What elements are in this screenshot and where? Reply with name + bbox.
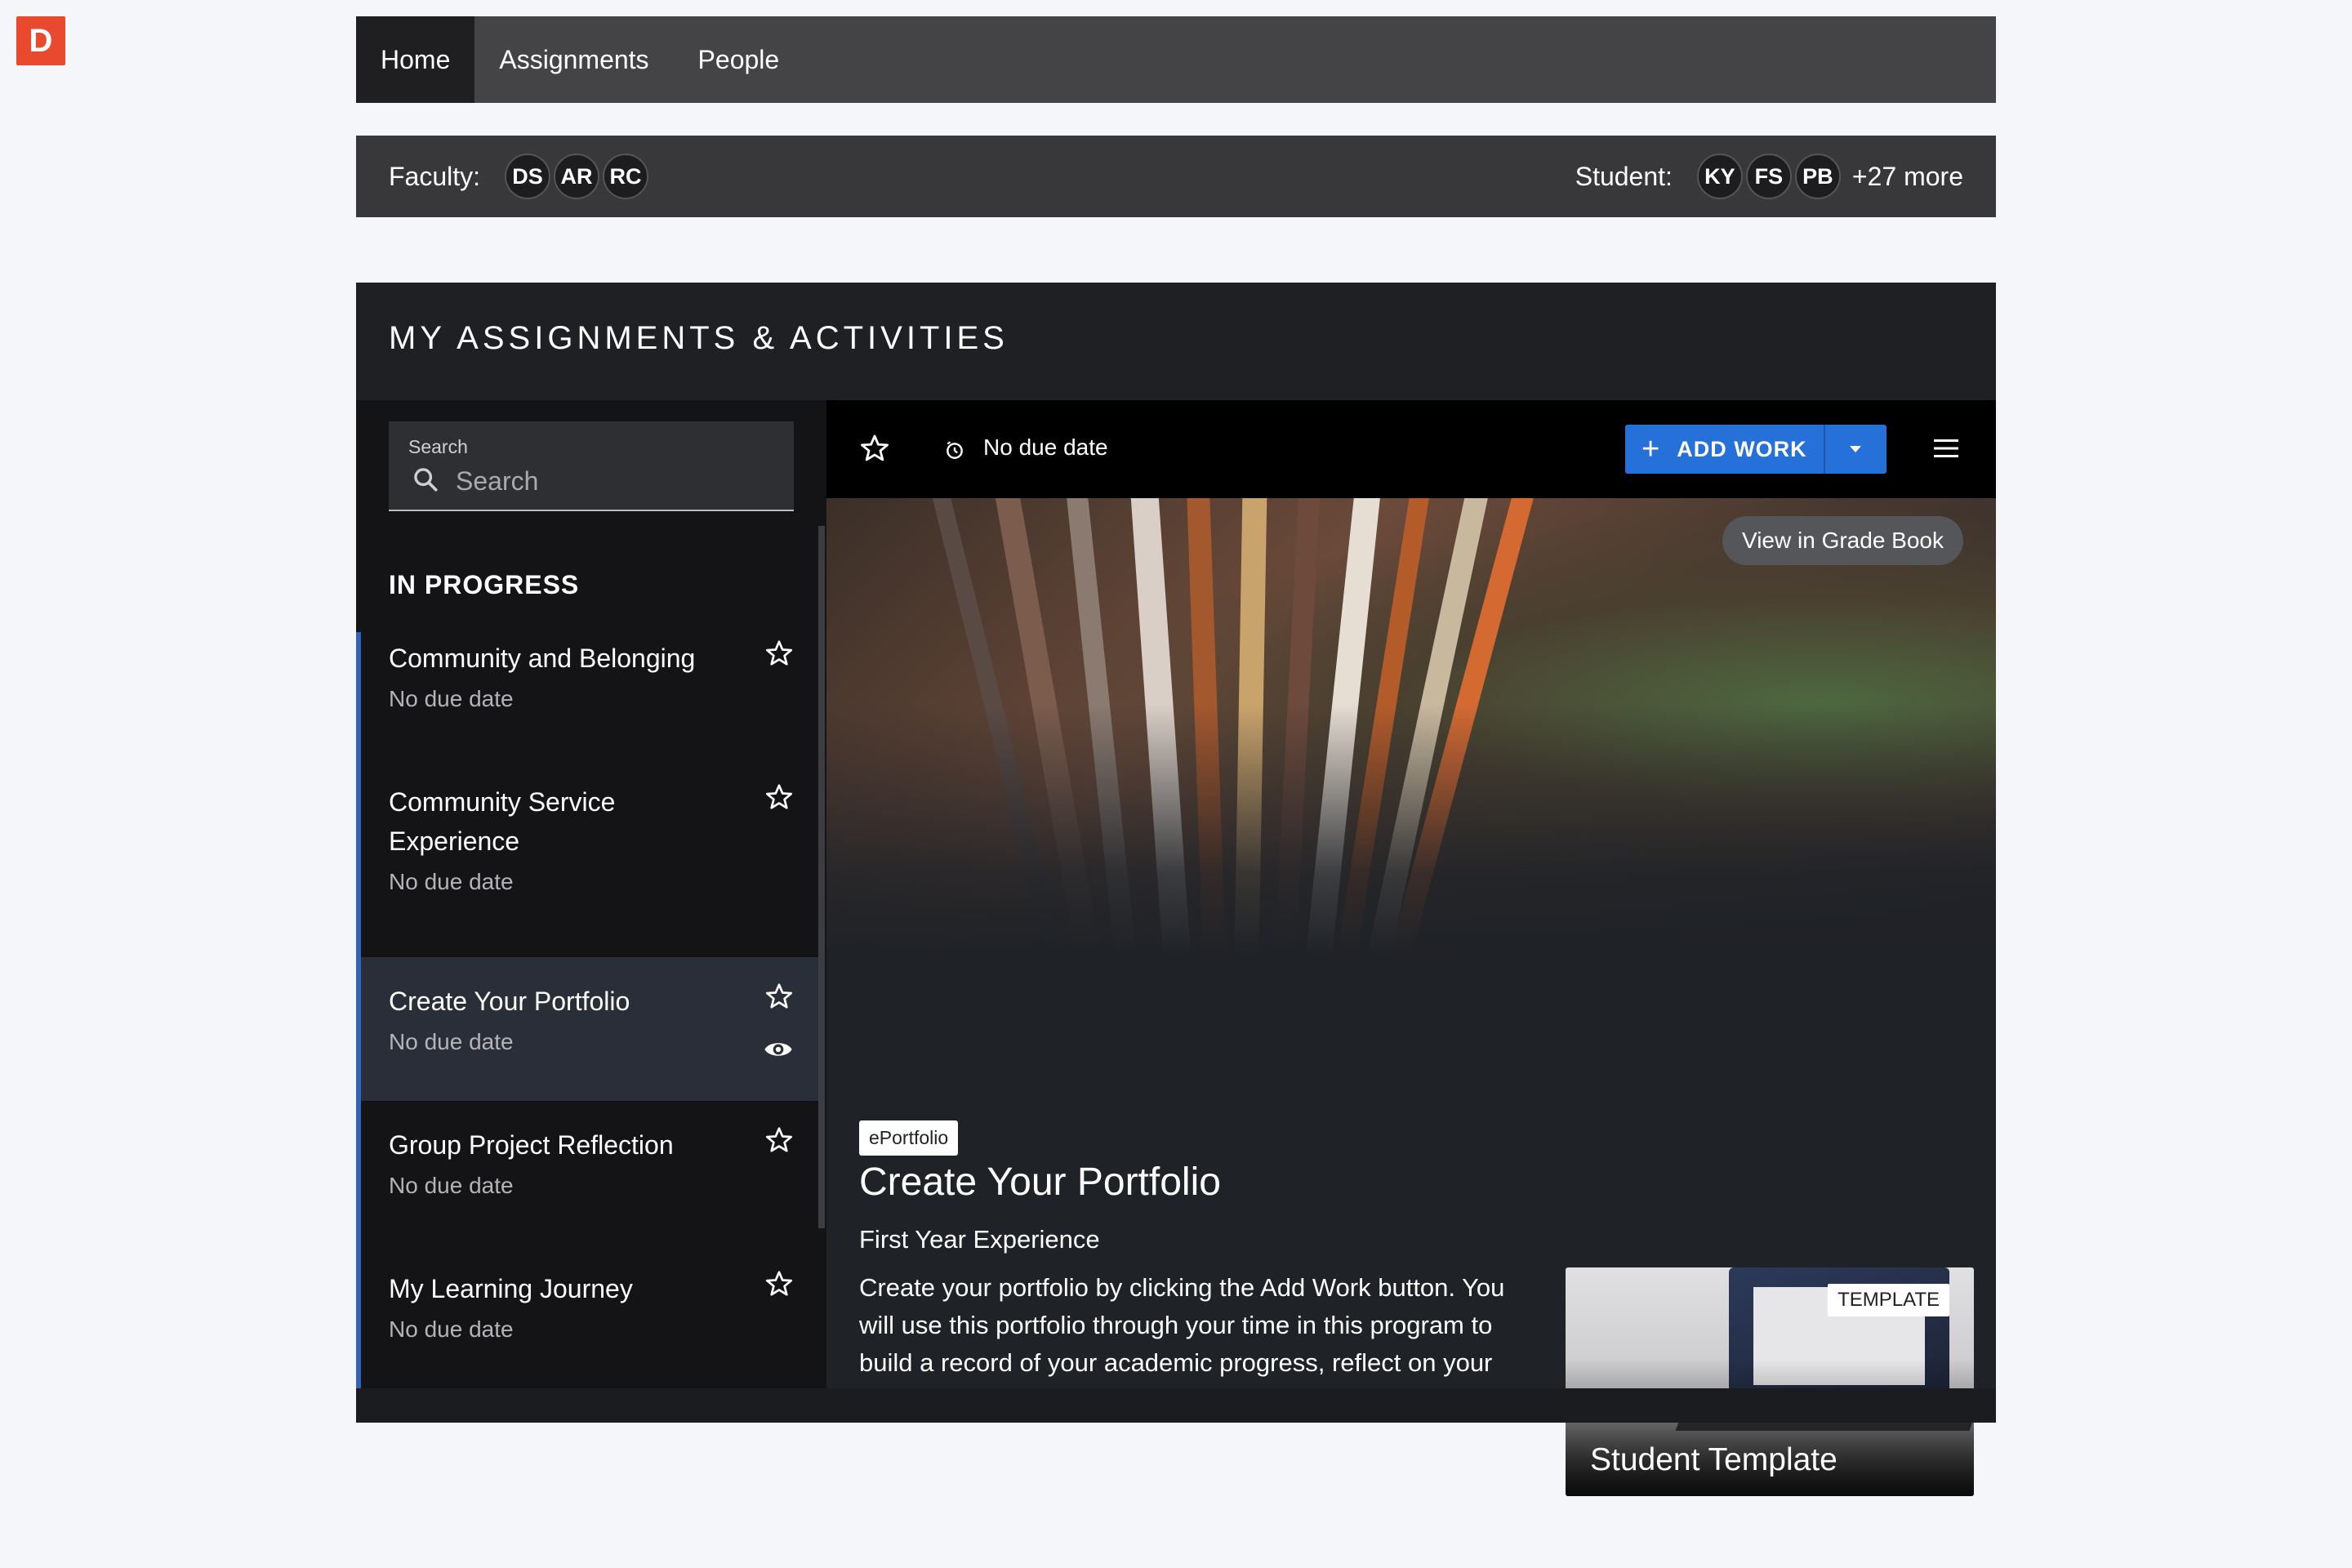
hero-gradient-overlay [826, 498, 1996, 956]
avatar[interactable]: KY [1696, 154, 1743, 199]
plus-icon: + [1642, 431, 1661, 466]
app-logo[interactable]: D [16, 16, 65, 65]
item-due: No due date [389, 1316, 514, 1342]
scrollbar-thumb[interactable] [818, 526, 825, 1228]
star-icon[interactable] [859, 433, 890, 464]
assignment-list: Community and Belonging No due date Comm… [356, 632, 818, 1388]
item-title: Community and Belonging [389, 644, 696, 673]
roster-bar: Faculty: DS AR RC Student: KY FS PB +27 … [356, 136, 1996, 217]
avatar[interactable]: FS [1745, 154, 1792, 199]
due-date-text: No due date [983, 434, 1108, 460]
assignment-detail: No due date + ADD WORK View in Grade Boo… [826, 400, 1996, 1496]
eye-icon[interactable] [763, 1034, 794, 1065]
view-in-grade-book-button[interactable]: View in Grade Book [1722, 516, 1963, 565]
template-name: Student Template [1590, 1442, 1838, 1477]
assignments-panel: MY ASSIGNMENTS & ACTIVITIES Search IN PR… [356, 283, 1996, 1496]
panel-footer [356, 1388, 1996, 1423]
list-item[interactable]: Community Service Experience No due date [356, 776, 818, 957]
top-navigation: Home Assignments People [356, 16, 1996, 103]
star-icon[interactable] [764, 1269, 794, 1298]
template-badge: TEMPLATE [1828, 1284, 1949, 1316]
star-icon[interactable] [764, 639, 794, 668]
avatar[interactable]: RC [603, 154, 649, 199]
hamburger-menu-icon[interactable] [1932, 436, 1960, 461]
assignment-sidebar: Search IN PROGRESS Community and Belongi… [356, 400, 826, 1388]
tab-people[interactable]: People [674, 16, 804, 103]
template-card[interactable]: TEMPLATE Student Template [1566, 1267, 1974, 1496]
detail-toolbar: No due date + ADD WORK [826, 400, 1996, 498]
add-work-button-group: + ADD WORK [1625, 425, 1886, 474]
faculty-label: Faculty: [389, 161, 481, 191]
search-icon [414, 468, 438, 492]
student-label: Student: [1575, 161, 1673, 191]
list-item[interactable]: Create Your Portfolio No due date [356, 957, 818, 1101]
search-field[interactable]: Search [389, 421, 794, 511]
clock-icon [947, 441, 963, 459]
item-due: No due date [389, 869, 514, 894]
student-group: Student: KY FS PB +27 more [1575, 154, 1963, 199]
item-due: No due date [389, 1173, 514, 1198]
item-title: Create Your Portfolio [389, 987, 630, 1016]
avatar[interactable]: AR [554, 154, 600, 199]
hero-image: View in Grade Book [826, 498, 1996, 956]
list-item[interactable]: Group Project Reflection No due date [356, 1101, 818, 1245]
item-title: My Learning Journey [389, 1274, 633, 1303]
list-item[interactable]: Community and Belonging No due date [356, 632, 818, 776]
star-icon[interactable] [764, 982, 794, 1011]
add-work-button[interactable]: + ADD WORK [1625, 425, 1825, 474]
caret-down-icon [1850, 446, 1862, 452]
list-item[interactable]: My Learning Journey No due date [356, 1245, 818, 1388]
avatar[interactable]: DS [505, 154, 551, 199]
more-students-link[interactable]: +27 more [1852, 162, 1963, 192]
faculty-group: Faculty: DS AR RC [389, 154, 652, 199]
search-label: Search [408, 436, 468, 457]
assignment-course: First Year Experience [859, 1225, 1100, 1254]
assignment-type-tag: ePortfolio [859, 1120, 959, 1156]
item-title: Community Service Experience [389, 787, 616, 856]
avatar[interactable]: PB [1794, 154, 1841, 199]
logo-letter: D [29, 22, 53, 59]
item-due: No due date [389, 1029, 514, 1054]
item-title: Group Project Reflection [389, 1130, 674, 1160]
assignment-title: Create Your Portfolio [859, 1160, 1221, 1204]
search-input[interactable] [454, 462, 768, 500]
add-work-dropdown-button[interactable] [1825, 443, 1886, 455]
tab-home[interactable]: Home [356, 16, 475, 103]
star-icon[interactable] [764, 1125, 794, 1155]
panel-title: MY ASSIGNMENTS & ACTIVITIES [389, 320, 1009, 356]
add-work-label: ADD WORK [1677, 436, 1807, 461]
tab-assignments[interactable]: Assignments [474, 16, 673, 103]
item-due: No due date [389, 686, 514, 711]
star-icon[interactable] [764, 782, 794, 812]
section-title-in-progress: IN PROGRESS [389, 570, 580, 599]
